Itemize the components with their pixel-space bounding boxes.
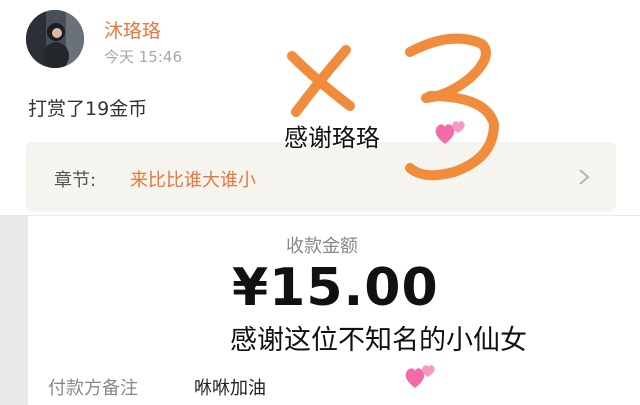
two-hearts-icon [405,365,435,388]
chapter-title: 来比比谁大谁小 [130,170,256,191]
payment-receipt: 收款金额 ¥15.00 付款方备注 咻咻加油 [28,216,640,405]
chapter-label: 章节: [54,170,97,191]
post-timestamp: 今天 15:46 [104,48,182,66]
thanks-caption-2: 感谢这位不知名的小仙女 [230,325,527,356]
payer-remark-value: 咻咻加油 [194,378,266,399]
reward-message: 打赏了19金币 [28,98,148,120]
chevron-right-icon [579,169,590,185]
payer-remark-label: 付款方备注 [48,378,138,399]
avatar-photo-icon [26,10,84,68]
reward-post: 沐珞珞 今天 15:46 打赏了19金币 章节: 来比比谁大谁小 [0,0,640,215]
payment-amount: ¥15.00 [232,258,439,318]
thanks-caption-1: 感谢珞珞 [284,124,380,152]
screenshot-collage: 沐珞珞 今天 15:46 打赏了19金币 章节: 来比比谁大谁小 收款金额 ¥1… [0,0,640,405]
two-hearts-icon [435,121,465,144]
payment-amount-label: 收款金额 [286,236,358,257]
username[interactable]: 沐珞珞 [104,16,161,43]
avatar[interactable] [26,10,84,68]
